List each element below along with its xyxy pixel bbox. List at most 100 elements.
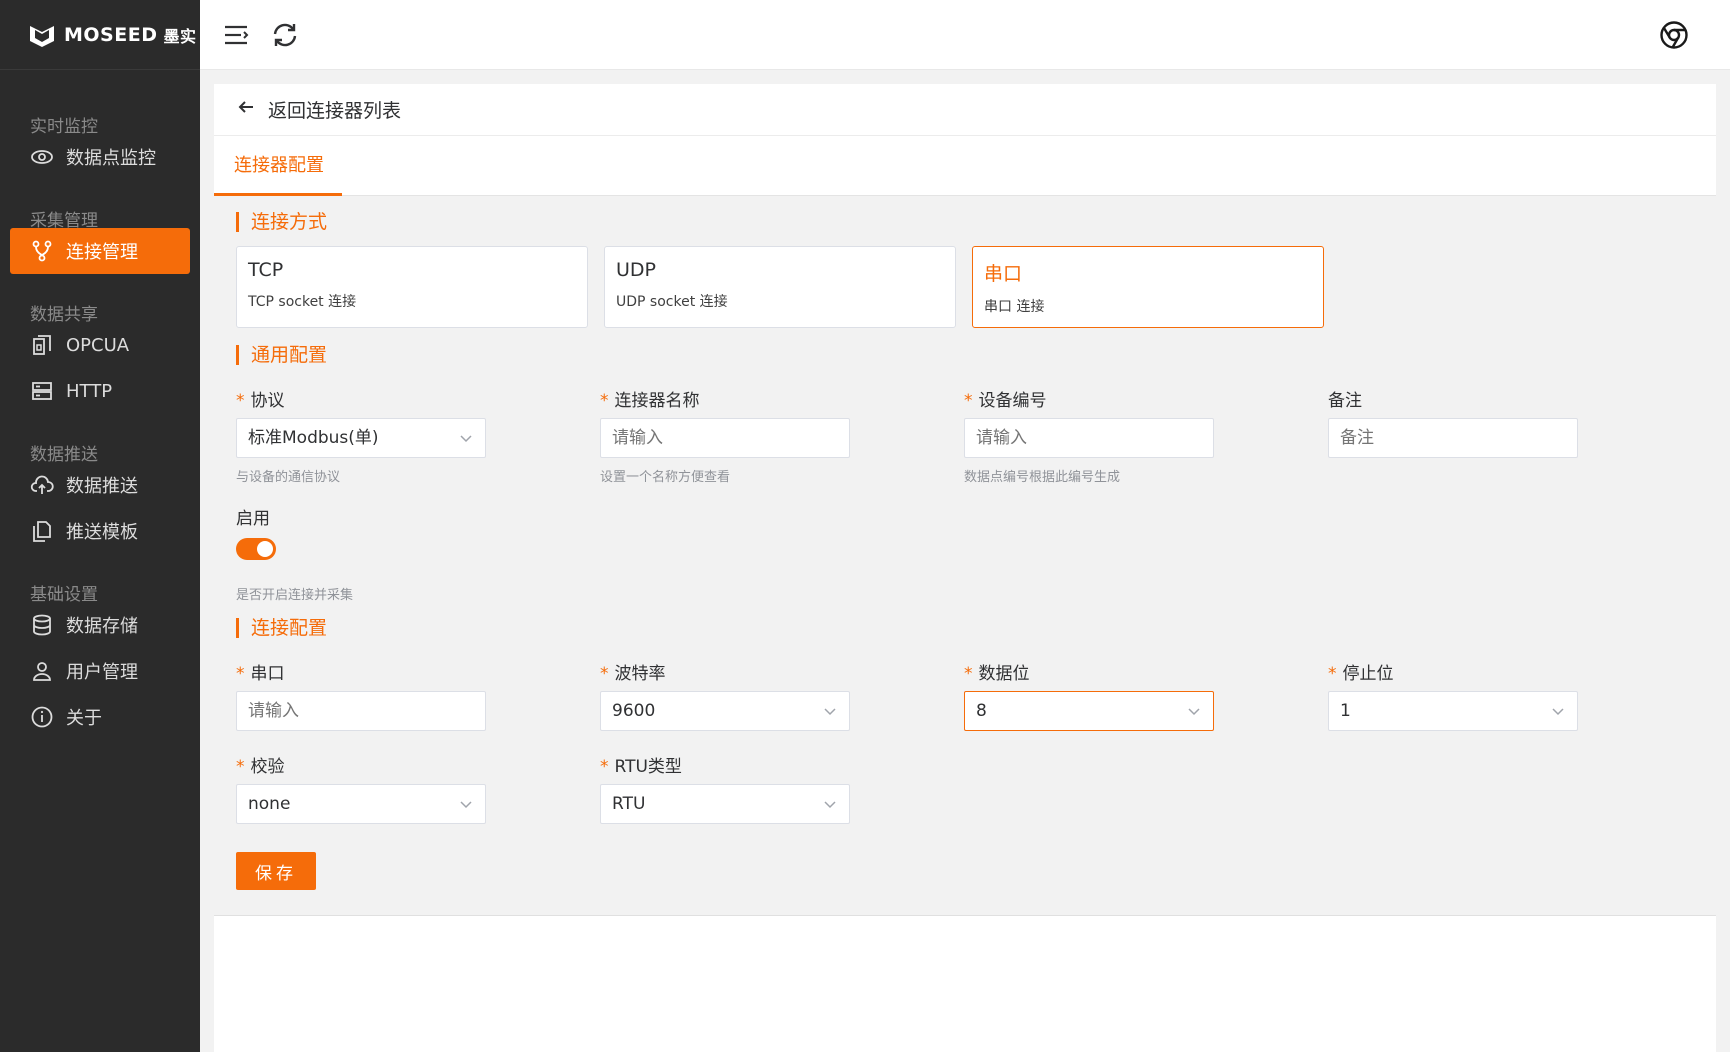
chevron-down-icon <box>460 801 472 809</box>
branch-icon <box>30 239 54 263</box>
eye-icon <box>30 145 54 169</box>
chevron-down-icon <box>824 801 836 809</box>
copy-icon <box>30 519 54 543</box>
parity-select[interactable]: none <box>236 784 486 824</box>
brand-name: MOSEED <box>64 23 158 46</box>
chrome-icon[interactable] <box>1658 19 1690 51</box>
connector-name-hint: 设置一个名称方便查看 <box>600 470 731 485</box>
chevron-down-icon <box>1188 708 1200 716</box>
serial-port-label: * 串口 <box>236 664 285 684</box>
config-panel: 连接方式 TCP TCP socket 连接 UDP UDP socket 连接… <box>214 196 1716 916</box>
rtu-type-select[interactable]: RTU <box>600 784 850 824</box>
sidebar-item-label: HTTP <box>66 380 113 402</box>
server-icon <box>30 379 54 403</box>
stop-bits-label: * 停止位 <box>1328 664 1394 684</box>
info-icon <box>30 705 54 729</box>
stop-bits-value: 1 <box>1340 701 1351 721</box>
arrow-left-icon <box>236 97 256 122</box>
nav-group-realtime: 实时监控 <box>30 117 98 137</box>
nav-group-sharing: 数据共享 <box>30 305 98 325</box>
data-bits-value: 8 <box>976 701 987 721</box>
database-icon <box>30 613 54 637</box>
chevron-down-icon <box>460 435 472 443</box>
sidebar-item-label: 推送模板 <box>66 522 138 543</box>
mode-desc: 串口 连接 <box>984 299 1045 315</box>
device-number-input[interactable] <box>964 418 1214 458</box>
enable-label: 启用 <box>236 509 270 529</box>
brand-logo[interactable]: MOSEED 墨实 <box>0 0 200 70</box>
brand-cn: 墨实 <box>163 26 197 46</box>
sidebar-item-data-push[interactable]: 数据推送 <box>10 462 190 508</box>
rtu-type-label: * RTU类型 <box>600 757 682 777</box>
sidebar-item-label: 连接管理 <box>66 242 138 263</box>
tab-connector-config[interactable]: 连接器配置 <box>234 136 324 196</box>
mode-desc: UDP socket 连接 <box>616 294 728 310</box>
sidebar-item-datapoint-monitor[interactable]: 数据点监控 <box>10 134 190 180</box>
tab-bar: 连接器配置 <box>214 136 1716 196</box>
user-icon <box>30 659 54 683</box>
mode-card-serial[interactable]: 串口 串口 连接 <box>972 246 1324 328</box>
stop-bits-select[interactable]: 1 <box>1328 691 1578 731</box>
sidebar-item-label: 关于 <box>66 708 102 729</box>
chevron-down-icon <box>824 708 836 716</box>
data-bits-select[interactable]: 8 <box>964 691 1214 731</box>
device-number-label: * 设备编号 <box>964 391 1047 411</box>
baud-rate-label: * 波特率 <box>600 664 666 684</box>
nav-group-push: 数据推送 <box>30 445 98 465</box>
mode-title: 串口 <box>984 263 1023 285</box>
protocol-select[interactable]: 标准Modbus(单) <box>236 418 486 458</box>
connector-name-label: * 连接器名称 <box>600 391 700 411</box>
mode-desc: TCP socket 连接 <box>248 294 357 310</box>
sidebar-item-user-management[interactable]: 用户管理 <box>10 648 190 694</box>
save-button[interactable]: 保存 <box>236 852 316 890</box>
mode-title: TCP <box>248 259 284 281</box>
enable-toggle[interactable] <box>236 538 276 560</box>
protocol-value: 标准Modbus(单) <box>248 428 379 448</box>
mode-card-udp[interactable]: UDP UDP socket 连接 <box>604 246 956 328</box>
sidebar-item-connection-management[interactable]: 连接管理 <box>10 228 190 274</box>
nav-group-collection: 采集管理 <box>30 211 98 231</box>
chevron-down-icon <box>1552 708 1564 716</box>
nav-group-basic: 基础设置 <box>30 585 98 605</box>
sidebar-item-label: 数据存储 <box>66 616 138 637</box>
sidebar-item-push-template[interactable]: 推送模板 <box>10 508 190 554</box>
cloud-upload-icon <box>30 473 54 497</box>
section-title-mode: 连接方式 <box>236 212 327 232</box>
sidebar-item-data-storage[interactable]: 数据存储 <box>10 602 190 648</box>
menu-icon[interactable] <box>220 19 252 51</box>
remark-label: 备注 <box>1328 391 1362 411</box>
top-header <box>200 0 1730 70</box>
protocol-label: * 协议 <box>236 391 285 411</box>
moseed-logo-icon <box>30 25 54 47</box>
data-bits-label: * 数据位 <box>964 664 1030 684</box>
device-number-hint: 数据点编号根据此编号生成 <box>964 470 1121 485</box>
main-content: 返回连接器列表 连接器配置 连接方式 TCP TCP socket 连接 UDP… <box>214 84 1716 1052</box>
sidebar-item-opcua[interactable]: OPCUA <box>10 322 190 368</box>
sidebar-item-http[interactable]: HTTP <box>10 368 190 414</box>
sidebar-item-about[interactable]: 关于 <box>10 694 190 740</box>
serial-port-input[interactable] <box>236 691 486 731</box>
connector-name-input[interactable] <box>600 418 850 458</box>
sidebar: MOSEED 墨实 实时监控 数据点监控 采集管理 连接管理 数据共享 OPCU… <box>0 0 200 1052</box>
back-to-connector-list[interactable]: 返回连接器列表 <box>214 84 1716 136</box>
mode-card-tcp[interactable]: TCP TCP socket 连接 <box>236 246 588 328</box>
sidebar-item-label: OPCUA <box>66 334 130 356</box>
opcua-icon <box>30 333 54 357</box>
refresh-icon[interactable] <box>269 19 301 51</box>
toggle-knob <box>257 541 273 557</box>
sidebar-nav: 实时监控 数据点监控 采集管理 连接管理 数据共享 OPCUA HTTP 数据推… <box>0 70 200 740</box>
parity-label: * 校验 <box>236 757 285 777</box>
sidebar-item-label: 数据点监控 <box>66 148 156 169</box>
protocol-hint: 与设备的通信协议 <box>236 470 341 485</box>
parity-value: none <box>248 794 291 814</box>
baud-rate-value: 9600 <box>612 701 656 721</box>
rtu-type-value: RTU <box>612 794 646 814</box>
remark-input[interactable] <box>1328 418 1578 458</box>
section-title-connection: 连接配置 <box>236 618 327 638</box>
mode-title: UDP <box>616 259 656 281</box>
sidebar-item-label: 数据推送 <box>66 476 138 497</box>
baud-rate-select[interactable]: 9600 <box>600 691 850 731</box>
sidebar-item-label: 用户管理 <box>66 662 138 683</box>
enable-hint: 是否开启连接并采集 <box>236 588 354 603</box>
section-title-general: 通用配置 <box>236 345 327 365</box>
